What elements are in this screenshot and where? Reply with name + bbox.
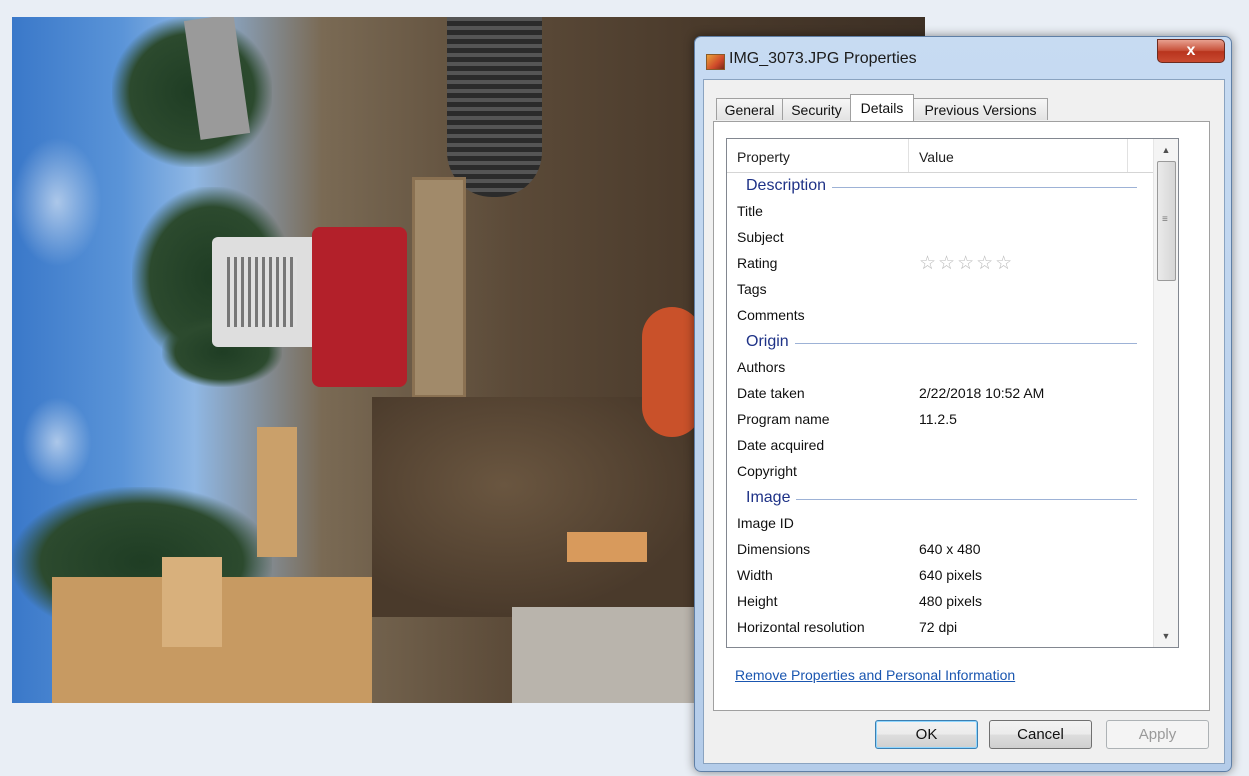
- window-title: IMG_3073.JPG Properties: [729, 50, 917, 67]
- group-header-origin[interactable]: Origin: [727, 328, 1153, 354]
- group-label: Description: [746, 177, 833, 195]
- property-row[interactable]: Copyright: [727, 458, 1153, 484]
- list-header: Property Value: [727, 139, 1153, 173]
- column-header-property[interactable]: Property: [737, 139, 790, 172]
- property-row[interactable]: Date taken 2/22/2018 10:52 AM: [727, 380, 1153, 406]
- star-icon[interactable]: ☆☆☆☆☆: [919, 252, 1014, 275]
- property-name: Authors: [737, 359, 786, 375]
- group-label: Origin: [746, 333, 795, 351]
- property-row[interactable]: Horizontal resolution 72 dpi: [727, 614, 1153, 640]
- scroll-up-button[interactable]: ▲: [1154, 139, 1178, 161]
- group-header-description[interactable]: Description: [727, 172, 1153, 198]
- property-name: Rating: [737, 255, 778, 271]
- property-row[interactable]: Width 640 pixels: [727, 562, 1153, 588]
- title-bar[interactable]: IMG_3073.JPG Properties x: [695, 37, 1231, 79]
- property-row[interactable]: Title: [727, 198, 1153, 224]
- property-value: 11.2.5: [919, 411, 957, 427]
- tab-details[interactable]: Details: [850, 94, 914, 121]
- property-row[interactable]: Authors: [727, 354, 1153, 380]
- property-value: 480 pixels: [919, 593, 983, 609]
- tab-general[interactable]: General: [716, 98, 783, 120]
- arrow-down-icon: ▼: [1161, 631, 1171, 641]
- property-name: Height: [737, 593, 778, 609]
- property-name: Width: [737, 567, 773, 583]
- property-row[interactable]: Rating ☆☆☆☆☆: [727, 250, 1153, 276]
- group-divider: [757, 343, 1137, 344]
- property-row[interactable]: Image ID: [727, 510, 1153, 536]
- property-value: 640 pixels: [919, 567, 983, 583]
- scroll-thumb[interactable]: ≡: [1157, 161, 1176, 281]
- column-divider[interactable]: [1127, 139, 1128, 172]
- dialog-client-area: General Security Details Previous Versio…: [703, 79, 1225, 764]
- group-header-image[interactable]: Image: [727, 484, 1153, 510]
- property-name: Subject: [737, 229, 784, 245]
- property-row[interactable]: Date acquired: [727, 432, 1153, 458]
- group-divider: [757, 499, 1137, 500]
- grip-icon: ≡: [1162, 214, 1168, 225]
- scroll-down-button[interactable]: ▼: [1154, 625, 1178, 647]
- property-name: Copyright: [737, 463, 797, 479]
- vertical-scrollbar[interactable]: ▲ ≡ ▼: [1153, 139, 1178, 647]
- tab-previous-versions[interactable]: Previous Versions: [913, 98, 1048, 120]
- property-row[interactable]: Dimensions 640 x 480: [727, 536, 1153, 562]
- jpg-file-icon: [706, 54, 725, 70]
- property-row[interactable]: Comments: [727, 302, 1153, 328]
- property-row[interactable]: Height 480 pixels: [727, 588, 1153, 614]
- property-row[interactable]: Subject: [727, 224, 1153, 250]
- apply-button[interactable]: Apply: [1106, 720, 1209, 749]
- arrow-up-icon: ▲: [1161, 145, 1171, 155]
- column-divider[interactable]: [908, 139, 909, 172]
- properties-dialog: IMG_3073.JPG Properties x General Securi…: [694, 36, 1232, 772]
- property-name: Date taken: [737, 385, 805, 401]
- property-name: Tags: [737, 281, 767, 297]
- property-name: Comments: [737, 307, 805, 323]
- property-row[interactable]: Program name 11.2.5: [727, 406, 1153, 432]
- tab-security[interactable]: Security: [782, 98, 851, 120]
- property-name: Program name: [737, 411, 830, 427]
- remove-properties-link[interactable]: Remove Properties and Personal Informati…: [735, 667, 1015, 683]
- column-header-value[interactable]: Value: [919, 139, 954, 172]
- property-value: 2/22/2018 10:52 AM: [919, 385, 1045, 401]
- property-value: 72 dpi: [919, 619, 958, 635]
- property-name: Horizontal resolution: [737, 619, 865, 635]
- cancel-button[interactable]: Cancel: [989, 720, 1092, 749]
- property-row[interactable]: Tags: [727, 276, 1153, 302]
- property-name: Image ID: [737, 515, 794, 531]
- property-name: Title: [737, 203, 763, 219]
- close-icon: x: [1186, 42, 1196, 59]
- property-name: Dimensions: [737, 541, 811, 557]
- properties-list[interactable]: Property Value Description Title Subject Ra…: [726, 138, 1179, 648]
- property-value: 640 x 480: [919, 541, 981, 557]
- close-button[interactable]: x: [1157, 39, 1225, 63]
- ok-button[interactable]: OK: [875, 720, 978, 749]
- group-label: Image: [746, 489, 797, 507]
- property-name: Date acquired: [737, 437, 825, 453]
